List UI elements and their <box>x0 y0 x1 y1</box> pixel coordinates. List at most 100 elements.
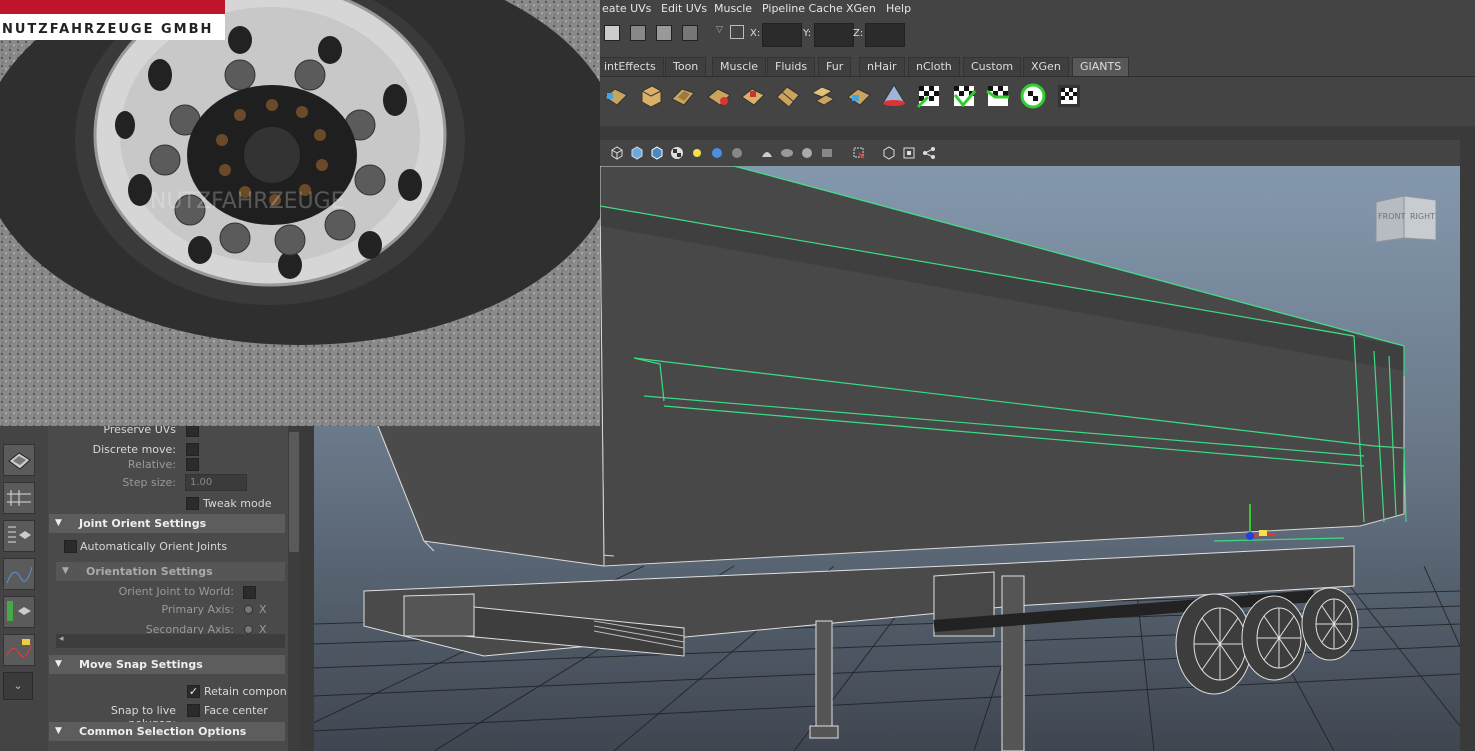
uv-cylinder-icon[interactable] <box>670 83 696 109</box>
layout-graph-button[interactable] <box>3 558 35 590</box>
z-field[interactable] <box>865 23 905 47</box>
primary-axis-label: Primary Axis: <box>161 603 234 616</box>
uv-plane-icon[interactable] <box>603 83 629 109</box>
depth-of-field-icon[interactable] <box>820 146 834 160</box>
select-tool-icon <box>8 452 31 470</box>
ipr-render-icon[interactable] <box>656 25 672 41</box>
script-editor-icon <box>6 639 32 658</box>
hub-center <box>244 127 300 183</box>
relative-label: Relative: <box>127 458 176 471</box>
retain-component-checkbox[interactable]: ✓ <box>187 685 200 698</box>
snap-input-icon[interactable] <box>730 25 744 39</box>
common-selection-options-header[interactable]: ▼ Common Selection Options <box>49 722 285 741</box>
move-snap-settings-header[interactable]: ▼ Move Snap Settings <box>49 655 285 674</box>
smooth-shade-icon[interactable] <box>630 146 644 160</box>
relative-checkbox[interactable] <box>186 458 199 471</box>
joint-orient-settings-header[interactable]: ▼ Joint Orient Settings <box>49 514 285 533</box>
checker-icon-2[interactable] <box>951 83 977 109</box>
menu-create-uvs[interactable]: eate UVs <box>602 2 651 15</box>
uv-unfold-icon[interactable] <box>706 83 732 109</box>
orientation-settings-header[interactable]: ▼ Orientation Settings <box>56 562 285 581</box>
menu-pipeline-cache[interactable]: Pipeline Cache <box>762 2 843 15</box>
wheel-photo: NUTZFAHRZEUGE <box>0 0 600 426</box>
wheel <box>1241 595 1307 681</box>
view-cube[interactable]: FRONT RIGHT <box>1374 192 1438 244</box>
secondary-axis-radio[interactable] <box>244 625 253 634</box>
share-icon[interactable] <box>922 146 936 160</box>
tab-nhair[interactable]: nHair <box>859 57 905 76</box>
textured-icon[interactable] <box>670 146 684 160</box>
tab-giants[interactable]: GIANTS <box>1072 57 1130 76</box>
tab-fur[interactable]: Fur <box>818 57 852 76</box>
outliner-icon <box>8 526 31 543</box>
tab-custom[interactable]: Custom <box>963 57 1022 76</box>
triangle-down-icon: ▼ <box>55 659 62 669</box>
wireframe-on-shaded-icon[interactable] <box>650 146 664 160</box>
auto-orient-label: Automatically Orient Joints <box>80 540 228 553</box>
primary-axis-radio[interactable] <box>244 605 253 614</box>
tab-muscle[interactable]: Muscle <box>712 57 767 76</box>
wireframe-icon[interactable] <box>610 146 624 160</box>
tab-ncloth[interactable]: nCloth <box>908 57 960 76</box>
face-center-checkbox[interactable] <box>187 704 200 717</box>
tab-painteffects[interactable]: intEffects <box>596 57 664 76</box>
ambient-occlusion-icon[interactable] <box>760 146 774 160</box>
motion-blur-icon[interactable] <box>780 146 794 160</box>
horizontal-scrollbar[interactable]: ◂ <box>56 634 285 648</box>
uv-cut-icon[interactable] <box>775 83 801 109</box>
more-layouts-button[interactable]: ⌄ <box>3 672 33 700</box>
orientation-settings-title: Orientation Settings <box>86 565 213 578</box>
isolate-select-icon[interactable] <box>852 146 866 160</box>
graph-editor-icon <box>6 566 33 584</box>
checker-icon-1[interactable] <box>916 83 942 109</box>
menu-xgen[interactable]: XGen <box>846 2 876 15</box>
scrollbar-thumb[interactable] <box>289 432 299 552</box>
menu-muscle[interactable]: Muscle <box>714 2 752 15</box>
tab-xgen[interactable]: XGen <box>1023 57 1069 76</box>
uv-normalize-icon[interactable] <box>881 83 907 109</box>
all-lights-icon[interactable] <box>710 146 724 160</box>
tweak-mode-checkbox[interactable] <box>186 497 199 510</box>
select-tool-button[interactable] <box>3 444 35 476</box>
uv-sew-icon[interactable] <box>810 83 836 109</box>
layout-channel-button[interactable] <box>3 596 35 628</box>
layout-outliner-button[interactable] <box>3 520 35 552</box>
move-snap-settings-title: Move Snap Settings <box>79 658 203 671</box>
xray-icon[interactable] <box>882 146 896 160</box>
auto-orient-checkbox[interactable] <box>64 540 77 553</box>
wheel <box>1301 587 1359 661</box>
menu-edit-uvs[interactable]: Edit UVs <box>661 2 707 15</box>
render-icon[interactable] <box>604 25 620 41</box>
discrete-move-checkbox[interactable] <box>186 443 199 456</box>
step-size-field[interactable]: 1.00 <box>185 474 247 491</box>
checker-icon-4[interactable] <box>1020 83 1046 109</box>
checker-icon-5[interactable] <box>1056 83 1082 109</box>
tipper-body <box>599 166 1405 567</box>
clapper-icon[interactable] <box>630 25 646 41</box>
face-center-label: Face center <box>204 704 268 717</box>
uv-move-icon[interactable] <box>846 83 872 109</box>
default-light-icon[interactable] <box>690 146 704 160</box>
render-settings-icon[interactable] <box>682 25 698 41</box>
uv-layout-icon[interactable] <box>740 83 766 109</box>
scroll-left-icon[interactable]: ◂ <box>59 634 64 644</box>
uv-cube-icon[interactable] <box>638 83 664 109</box>
joint-orient-settings-title: Joint Orient Settings <box>79 517 207 530</box>
common-selection-options-title: Common Selection Options <box>79 725 247 738</box>
checker-icon-3[interactable] <box>985 83 1011 109</box>
channel-box-icon <box>7 601 31 621</box>
orient-to-world-checkbox[interactable] <box>243 586 256 599</box>
four-view-icon <box>7 490 31 506</box>
tab-toon[interactable]: Toon <box>665 57 707 76</box>
layout-script-button[interactable] <box>3 634 35 666</box>
shadows-icon[interactable] <box>730 146 744 160</box>
menu-help[interactable]: Help <box>886 2 911 15</box>
y-field[interactable] <box>814 23 854 47</box>
layout-four-button[interactable] <box>3 482 35 514</box>
chevron-down-icon[interactable]: ▽ <box>716 25 723 35</box>
tab-fluids[interactable]: Fluids <box>767 57 816 76</box>
xray-joints-icon[interactable] <box>902 146 916 160</box>
anti-aliasing-icon[interactable] <box>800 146 814 160</box>
x-field[interactable] <box>762 23 802 47</box>
step-size-label: Step size: <box>122 476 176 489</box>
